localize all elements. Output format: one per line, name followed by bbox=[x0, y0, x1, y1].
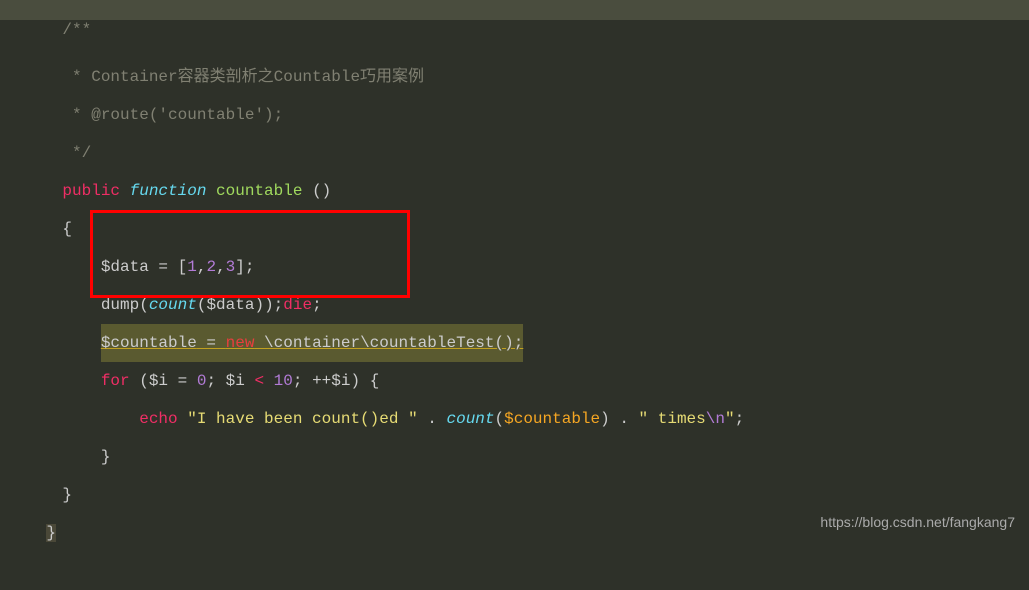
code-editor[interactable]: /** * Container容器类剖析之Countable巧用案例 * @ro… bbox=[0, 0, 1029, 514]
code-line: * @route('countable'); bbox=[0, 58, 1029, 96]
code-line: */ bbox=[0, 96, 1029, 134]
code-line: dump(count($data));die; bbox=[0, 248, 1029, 286]
code-line: * Container容器类剖析之Countable巧用案例 bbox=[0, 20, 1029, 58]
code-line: for ($i = 0; $i < 10; ++$i) { bbox=[0, 324, 1029, 362]
brace-close: } bbox=[46, 524, 56, 542]
code-line: echo "I have been count()ed " . count($c… bbox=[0, 362, 1029, 400]
code-line: $data = [1,2,3]; bbox=[0, 210, 1029, 248]
code-line: $countable = new \container\countableTes… bbox=[0, 286, 1029, 324]
code-line: public function countable () bbox=[0, 134, 1029, 172]
code-line: /** bbox=[0, 0, 1029, 20]
code-line: } bbox=[0, 400, 1029, 438]
code-line: { bbox=[0, 172, 1029, 210]
code-line: } bbox=[0, 476, 1029, 514]
watermark: https://blog.csdn.net/fangkang7 bbox=[820, 514, 1015, 530]
code-line: } bbox=[0, 438, 1029, 476]
